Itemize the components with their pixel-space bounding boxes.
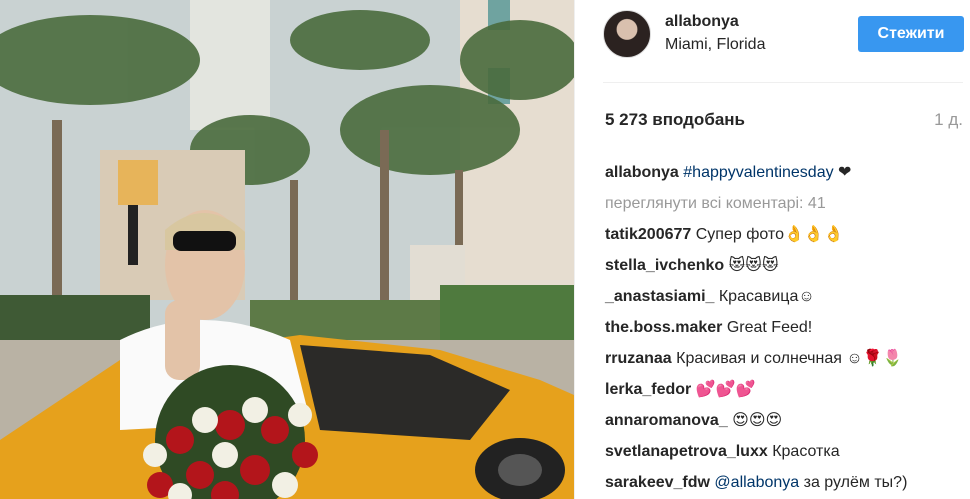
comment-item: the.boss.maker Great Feed! <box>605 312 955 343</box>
comment-mention[interactable]: @allabonya <box>714 474 799 491</box>
caption-text: ❤ <box>833 164 852 181</box>
comment-username[interactable]: tatik200677 <box>605 226 691 243</box>
comment-text: Красотка <box>767 443 840 460</box>
comment-text: Красавица☺ <box>714 288 815 305</box>
comment-username[interactable]: _anastasiami_ <box>605 288 714 305</box>
comment-text: Great Feed! <box>722 319 813 336</box>
comment-text: 😻😻😻 <box>724 257 779 274</box>
view-all-comments-link[interactable]: переглянути всі коментарі: 41 <box>605 188 955 219</box>
comment-item: sarakeev_fdw @allabonya за рулём ты?) <box>605 472 955 494</box>
post-header: allabonya Miami, Florida Стежити <box>575 0 970 82</box>
location-link[interactable]: Miami, Florida <box>665 36 765 54</box>
caption-username[interactable]: allabonya <box>605 164 679 181</box>
comment-text: Супер фото👌👌👌 <box>691 226 844 243</box>
photo-illustration <box>0 0 574 499</box>
comments-list: allabonya #happyvalentinesday ❤ переглян… <box>605 157 955 494</box>
likes-count[interactable]: 5 273 вподобань <box>605 110 745 130</box>
comment-item: rruzanaa Красивая и солнечная ☺🌹🌷 <box>605 343 955 374</box>
caption: allabonya #happyvalentinesday ❤ <box>605 157 955 188</box>
post-photo[interactable] <box>0 0 574 499</box>
comment-username[interactable]: lerka_fedor <box>605 381 691 398</box>
comment-username[interactable]: sarakeev_fdw <box>605 474 710 491</box>
comment-item: annaromanova_ 😍😍😍 <box>605 405 955 436</box>
comment-username[interactable]: svetlanapetrova_luxx <box>605 443 768 460</box>
header-divider <box>603 82 963 83</box>
comment-item: lerka_fedor 💕💕💕 <box>605 374 955 405</box>
comment-username[interactable]: rruzanaa <box>605 350 672 367</box>
caption-hashtag[interactable]: #happyvalentinesday <box>683 164 833 181</box>
comment-username[interactable]: annaromanova_ <box>605 412 728 429</box>
avatar[interactable] <box>603 10 651 58</box>
comment-text: 😍😍😍 <box>727 412 783 429</box>
comment-text: Красивая и солнечная ☺🌹🌷 <box>671 350 903 367</box>
comment-username[interactable]: stella_ivchenko <box>605 257 724 274</box>
post-sidebar: allabonya Miami, Florida Стежити 5 273 в… <box>574 0 970 499</box>
comment-item: stella_ivchenko 😻😻😻 <box>605 250 955 281</box>
comment-username[interactable]: the.boss.maker <box>605 319 722 336</box>
post-time[interactable]: 1 д. <box>934 110 963 130</box>
comment-text: за рулём ты?) <box>799 474 908 491</box>
follow-button[interactable]: Стежити <box>858 16 964 52</box>
comment-item: svetlanapetrova_luxx Красотка <box>605 436 955 467</box>
username-link[interactable]: allabonya <box>665 13 739 31</box>
comment-item: _anastasiami_ Красавица☺ <box>605 281 955 312</box>
comment-item: tatik200677 Супер фото👌👌👌 <box>605 219 955 250</box>
comment-text: 💕💕💕 <box>691 381 756 398</box>
